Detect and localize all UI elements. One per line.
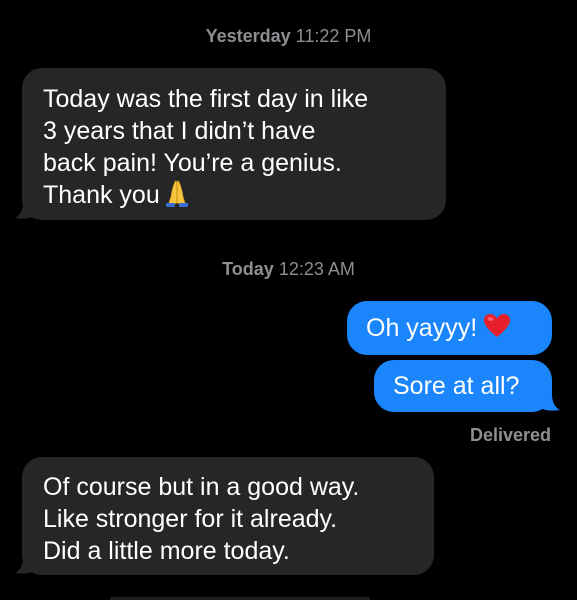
- message-text: Sore at all?: [393, 372, 520, 400]
- timestamp-day: Yesterday: [205, 26, 291, 46]
- message-text: Thank you: [43, 181, 160, 209]
- message-text-line: back pain! You’re a genius.: [43, 149, 342, 177]
- message-text: Oh yayyy!: [366, 314, 478, 342]
- message-text-line-with-emoji: Thank you: [43, 179, 426, 215]
- bubble-tail: [538, 394, 560, 412]
- timestamp-day: Today: [222, 259, 274, 279]
- timestamp-time: 11:22 PM: [295, 26, 372, 46]
- message-text-line: Of course but in a good way.: [43, 473, 360, 501]
- timestamp-header: Today 12:23 AM: [0, 258, 577, 280]
- message-text-line: Today was the first day in like: [43, 85, 369, 113]
- message-text-line: 3 years that I didn’t have: [43, 117, 316, 145]
- message-text-line: Like stronger for it already.: [43, 505, 338, 533]
- bubble-tail: [15, 202, 37, 220]
- heart-icon: [483, 313, 511, 347]
- received-message-bubble[interactable]: Today was the first day in like 3 years …: [22, 68, 446, 220]
- sent-message-bubble[interactable]: Sore at all?: [374, 360, 552, 412]
- bubble-tail: [15, 557, 37, 575]
- delivery-status: Delivered: [469, 425, 551, 445]
- received-message-bubble[interactable]: Of course but in a good way. Like strong…: [22, 457, 434, 575]
- sent-message-bubble[interactable]: Oh yayyy!: [347, 301, 552, 355]
- message-text-line: Did a little more today.: [43, 537, 290, 565]
- pray-icon: [164, 179, 190, 215]
- timestamp-time: 12:23 AM: [278, 259, 355, 279]
- timestamp-header: Yesterday 11:22 PM: [0, 25, 577, 47]
